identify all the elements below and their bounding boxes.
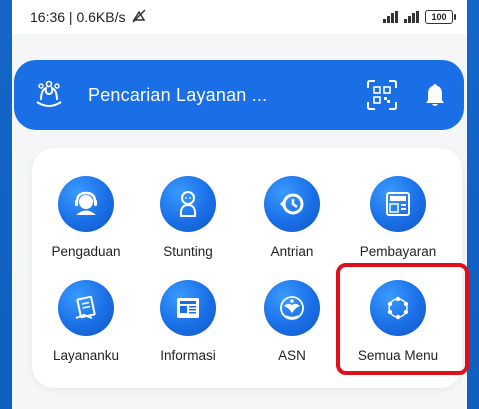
document-hand-icon <box>58 280 114 336</box>
menu-item-label: Layananku <box>52 348 120 363</box>
menu-item-label: Pengaduan <box>51 244 121 259</box>
data-saver-icon <box>131 8 147 27</box>
signal-icon <box>404 11 419 23</box>
menu-item-layananku[interactable]: Layananku <box>36 280 136 370</box>
app-logo-icon <box>36 80 62 107</box>
battery-icon: 100 <box>425 10 456 24</box>
history-clock-icon <box>264 176 320 232</box>
customer-service-icon <box>58 176 114 232</box>
garuda-emblem-icon <box>264 280 320 336</box>
menu-item-asn[interactable]: ASN <box>242 280 342 370</box>
qr-scan-icon[interactable] <box>366 79 398 111</box>
status-bar: 16:36 | 0.6KB/s 100 <box>12 0 467 34</box>
menu-item-antrian[interactable]: Antrian <box>242 176 342 266</box>
atm-icon <box>370 176 426 232</box>
search-bar[interactable]: Pencarian Layanan ... <box>14 60 464 130</box>
menu-item-pengaduan[interactable]: Pengaduan <box>36 176 136 266</box>
search-placeholder: Pencarian Layanan ... <box>88 84 268 105</box>
menu-item-label: Informasi <box>160 348 216 363</box>
notification-bell-icon[interactable] <box>424 82 446 108</box>
menu-item-label: ASN <box>278 348 306 363</box>
status-right: 100 <box>383 10 456 24</box>
menu-item-informasi[interactable]: Informasi <box>138 280 238 370</box>
status-left: 16:36 | 0.6KB/s <box>30 8 147 27</box>
baby-icon <box>160 176 216 232</box>
menu-item-stunting[interactable]: Stunting <box>138 176 238 266</box>
background-left-edge <box>0 0 12 409</box>
highlight-box <box>336 263 469 375</box>
status-time-speed: 16:36 | 0.6KB/s <box>30 9 126 25</box>
menu-item-label: Stunting <box>163 244 213 259</box>
signal-icon <box>383 11 398 23</box>
menu-item-pembayaran[interactable]: Pembayaran <box>348 176 448 266</box>
menu-item-label: Antrian <box>270 244 314 259</box>
menu-item-label: Pembayaran <box>359 244 437 259</box>
news-icon <box>160 280 216 336</box>
